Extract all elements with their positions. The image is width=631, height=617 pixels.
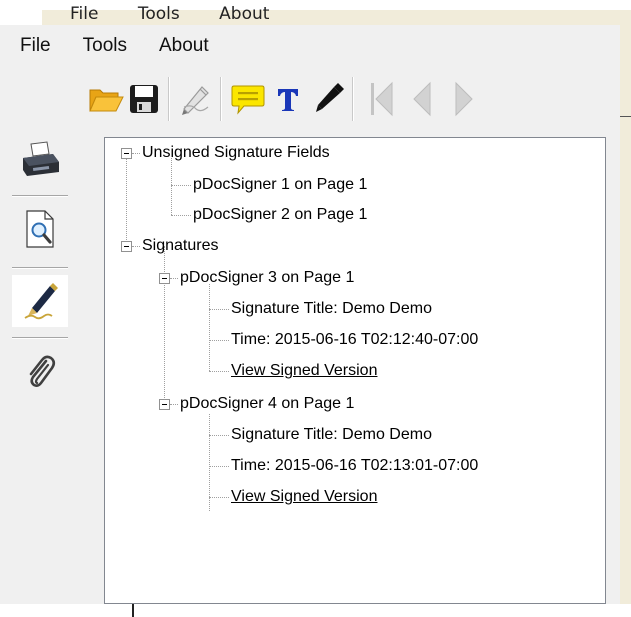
tree-connector: [170, 404, 178, 405]
left-sidebar: [0, 133, 96, 604]
tree-connector: [209, 497, 229, 498]
previous-page-icon: [413, 81, 431, 117]
toolbar: [0, 71, 620, 125]
view-signed-version-link[interactable]: View Signed Version: [231, 361, 377, 381]
tree-node-unsigned-fields[interactable]: Unsigned Signature Fields: [142, 143, 330, 163]
tree-node-signature[interactable]: pDocSigner 4 on Page 1: [180, 394, 354, 414]
attachments-button[interactable]: [12, 345, 68, 397]
comment-button[interactable]: [228, 79, 268, 119]
menu-tools[interactable]: Tools: [69, 35, 145, 57]
menu-file[interactable]: File: [0, 35, 69, 57]
collapse-toggle[interactable]: [159, 399, 170, 410]
first-page-icon: [371, 81, 393, 117]
background-menu-tools: Tools: [137, 4, 180, 20]
comment-icon: [231, 85, 265, 115]
background-menubar: File Tools About: [70, 4, 303, 20]
collapse-toggle[interactable]: [121, 148, 132, 159]
app-window: File Tools About Unsigned Signature Fiel…: [0, 25, 620, 604]
tree-node-signatures[interactable]: Signatures: [142, 236, 219, 256]
pen-button[interactable]: [308, 79, 348, 119]
preview-button[interactable]: [12, 203, 68, 255]
save-button[interactable]: [124, 79, 164, 119]
next-page-button[interactable]: [444, 79, 484, 119]
tree-connector: [171, 215, 191, 216]
toolbar-separator: [168, 77, 170, 121]
tree-connector: [209, 284, 210, 371]
background-bottom-strip: [42, 604, 631, 617]
preview-magnifier-icon: [26, 210, 54, 248]
first-page-button[interactable]: [362, 79, 402, 119]
tree-node-signature-title[interactable]: Signature Title: Demo Demo: [231, 299, 432, 319]
signature-pen-icon: [24, 283, 58, 320]
background-menu-about: About: [219, 4, 270, 20]
tree-node-unsigned-field[interactable]: pDocSigner 1 on Page 1: [193, 175, 367, 195]
tree-connector: [132, 153, 140, 154]
text-button[interactable]: [268, 79, 308, 119]
sidebar-separator: [12, 195, 68, 197]
tree-connector: [132, 246, 140, 247]
signature-tree[interactable]: Unsigned Signature Fields pDocSigner 1 o…: [104, 137, 606, 604]
next-page-icon: [455, 81, 473, 117]
signatures-button[interactable]: [12, 275, 68, 327]
tree-node-signature-title[interactable]: Signature Title: Demo Demo: [231, 425, 432, 445]
collapse-toggle[interactable]: [121, 241, 132, 252]
tree-connector: [126, 158, 127, 246]
tree-connector: [171, 185, 191, 186]
open-folder-icon: [89, 89, 124, 112]
attachment-paperclip-icon: [29, 355, 56, 387]
sign-button[interactable]: [176, 79, 216, 119]
tree-node-signature-time[interactable]: Time: 2015-06-16 T02:13:01-07:00: [231, 456, 478, 476]
tree-node-signature-time[interactable]: Time: 2015-06-16 T02:12:40-07:00: [231, 330, 478, 350]
printer-icon: [23, 141, 59, 176]
background-menu-file: File: [70, 4, 99, 20]
text-icon: [278, 89, 298, 111]
background-divider: [620, 116, 631, 117]
collapse-toggle[interactable]: [159, 273, 170, 284]
previous-page-button[interactable]: [402, 79, 442, 119]
pen-icon: [316, 83, 344, 112]
tree-node-unsigned-field[interactable]: pDocSigner 2 on Page 1: [193, 205, 367, 225]
menu-bar: File Tools About: [0, 25, 620, 67]
tree-connector: [171, 158, 172, 215]
tree-connector: [170, 278, 178, 279]
background-tick: [132, 604, 134, 617]
open-button[interactable]: [86, 79, 126, 119]
view-signed-version-link[interactable]: View Signed Version: [231, 487, 377, 507]
toolbar-separator: [352, 77, 354, 121]
tree-connector: [209, 466, 229, 467]
tree-connector: [209, 309, 229, 310]
sign-icon: [182, 86, 209, 115]
tree-connector: [209, 435, 229, 436]
print-button[interactable]: [12, 133, 68, 185]
toolbar-separator: [220, 77, 222, 121]
save-icon: [130, 85, 158, 113]
sidebar-separator: [12, 337, 68, 339]
menu-about[interactable]: About: [145, 35, 227, 57]
tree-connector: [209, 340, 229, 341]
tree-connector: [164, 246, 165, 404]
sidebar-separator: [12, 267, 68, 269]
tree-connector: [209, 371, 229, 372]
tree-node-signature[interactable]: pDocSigner 3 on Page 1: [180, 268, 354, 288]
